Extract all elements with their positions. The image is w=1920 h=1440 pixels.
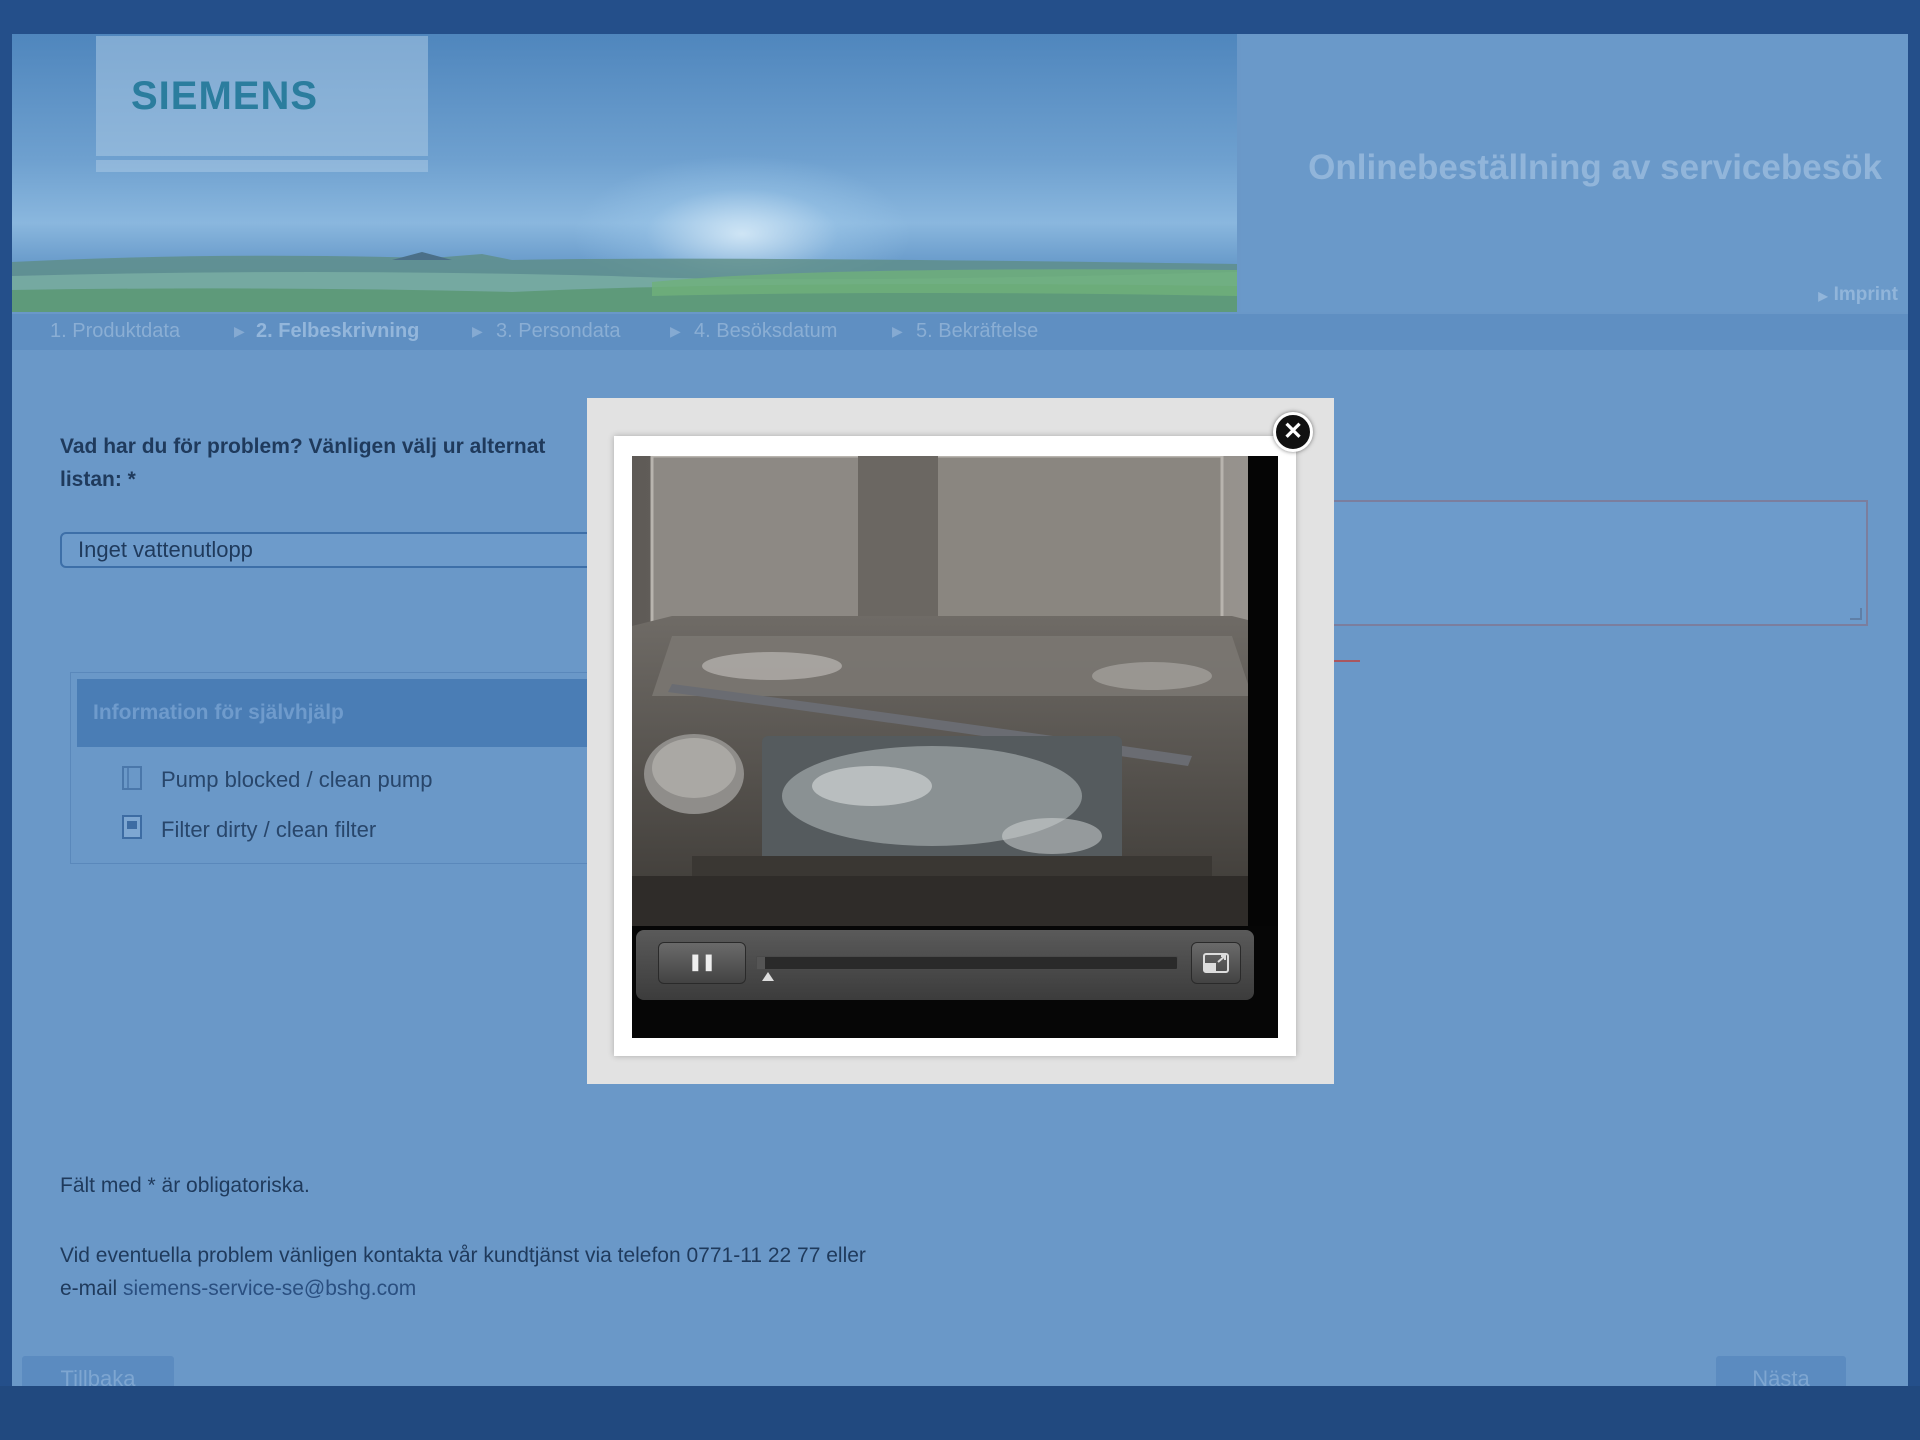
chevron-right-icon: ▶	[670, 323, 681, 339]
header-title-panel: Onlinebeställning av servicebesök ▶ Impri…	[1241, 36, 1908, 312]
logo-stripe	[96, 160, 428, 172]
contact-note: Vid eventuella problem vänligen kontakta…	[60, 1239, 1160, 1305]
video-controls: ❚❚	[636, 930, 1254, 1000]
video-seek-bar[interactable]	[756, 956, 1178, 970]
question-line-1: Vad har du för problem? Vänligen välj ur…	[60, 435, 546, 458]
chevron-right-icon: ▶	[472, 323, 483, 339]
selfhelp-item[interactable]: Pump blocked / clean pump	[161, 767, 433, 793]
email-link[interactable]: siemens-service-se@bshg.com	[123, 1277, 416, 1300]
chevron-right-icon: ▶	[1818, 289, 1828, 303]
problem-question-label: Vad har du för problem? Vänligen välj ur…	[60, 430, 620, 496]
step-2[interactable]: 2. Felbeskrivning	[256, 320, 419, 343]
chevron-right-icon: ▶	[234, 323, 245, 339]
document-icon	[122, 766, 142, 790]
problem-description-textarea[interactable]	[1332, 500, 1868, 626]
selfhelp-item[interactable]: Filter dirty / clean filter	[161, 817, 376, 843]
step-navigation: 1. Produktdata ▶ 2. Felbeskrivning ▶ 3. …	[12, 314, 1908, 350]
contact-email-line: e-mail siemens-service-se@bshg.com	[60, 1272, 1160, 1305]
selfhelp-panel: Information för självhjälp Pump blocked …	[70, 672, 630, 864]
imprint-link[interactable]: ▶ Imprint	[1818, 284, 1898, 306]
media-icon	[122, 815, 142, 839]
video-frame	[632, 456, 1278, 926]
video-modal: ❚❚ ✕	[587, 398, 1334, 1084]
chevron-right-icon: ▶	[892, 323, 903, 339]
step-3[interactable]: 3. Persondata	[496, 320, 621, 343]
video-progress-fill	[757, 957, 766, 969]
step-1[interactable]: 1. Produktdata	[50, 320, 180, 343]
step-4[interactable]: 4. Besöksdatum	[694, 320, 837, 343]
imprint-label: Imprint	[1833, 284, 1898, 305]
field-divider	[1332, 660, 1360, 662]
fullscreen-button[interactable]	[1191, 942, 1241, 984]
page-title: Onlinebeställning av servicebesök	[1308, 148, 1882, 187]
seek-thumb-icon[interactable]	[762, 972, 774, 981]
video-modal-content: ❚❚	[614, 436, 1296, 1056]
email-prefix: e-mail	[60, 1277, 124, 1300]
problem-select[interactable]: Inget vattenutlopp	[60, 532, 620, 568]
selfhelp-title: Information för självhjälp	[77, 679, 629, 747]
pause-button[interactable]: ❚❚	[658, 942, 746, 984]
banner-landscape	[12, 252, 1237, 312]
video-player[interactable]: ❚❚	[632, 456, 1278, 1038]
bottom-bar	[0, 1386, 1920, 1440]
contact-text: Vid eventuella problem vänligen kontakta…	[60, 1244, 866, 1267]
question-line-2: listan: *	[60, 468, 136, 491]
required-note: Fält med * är obligatoriska.	[60, 1174, 310, 1197]
fullscreen-icon	[1203, 953, 1229, 973]
header-banner-image: SIEMENS	[12, 34, 1237, 312]
resize-handle-icon[interactable]	[1850, 608, 1862, 620]
siemens-logo[interactable]: SIEMENS	[131, 74, 318, 119]
close-modal-button[interactable]: ✕	[1273, 412, 1313, 452]
step-5[interactable]: 5. Bekräftelse	[916, 320, 1038, 343]
